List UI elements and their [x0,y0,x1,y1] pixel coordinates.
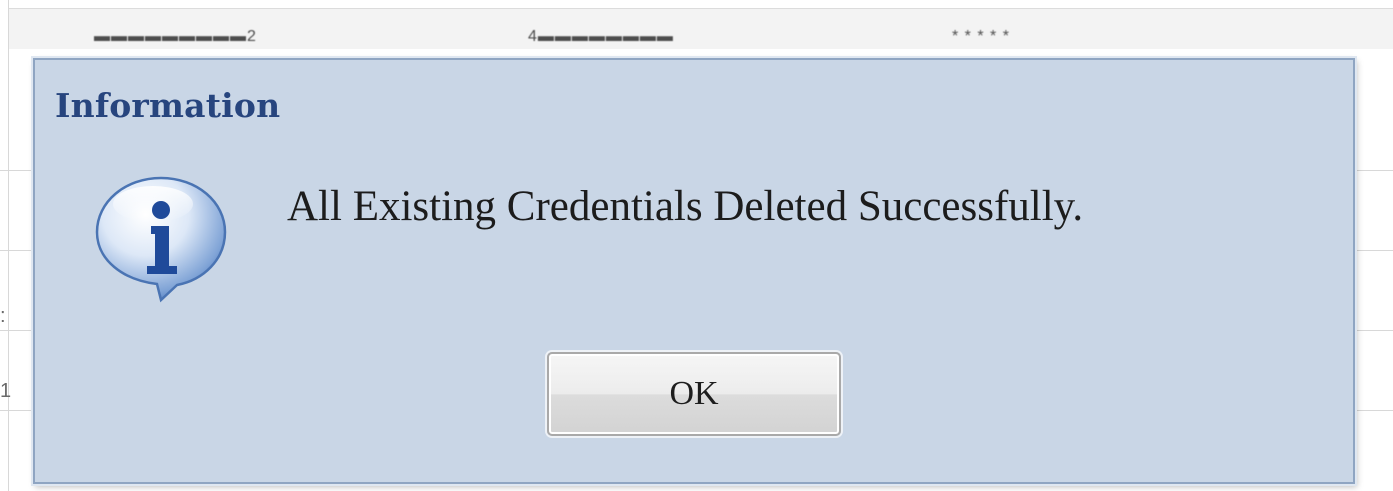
info-icon [91,172,233,304]
background-header-cell: 4▬▬▬▬▬▬▬▬ [528,28,674,45]
information-dialog: Information All Existing Credentials Del… [33,58,1355,484]
dialog-title: Information [55,86,281,125]
background-column-divider [8,0,9,491]
background-cell-fragment: 1 [0,380,12,402]
ok-button[interactable]: OK [547,352,841,436]
background-cell-fragment: : [0,305,6,327]
screen: ▬▬▬▬▬▬▬▬▬2 4▬▬▬▬▬▬▬▬ * * * * * : 1 Infor… [0,0,1393,491]
dialog-message: All Existing Credentials Deleted Success… [287,183,1084,230]
background-header-cell: * * * * * [952,28,1010,45]
background-header-cell: ▬▬▬▬▬▬▬▬▬2 [94,28,257,45]
